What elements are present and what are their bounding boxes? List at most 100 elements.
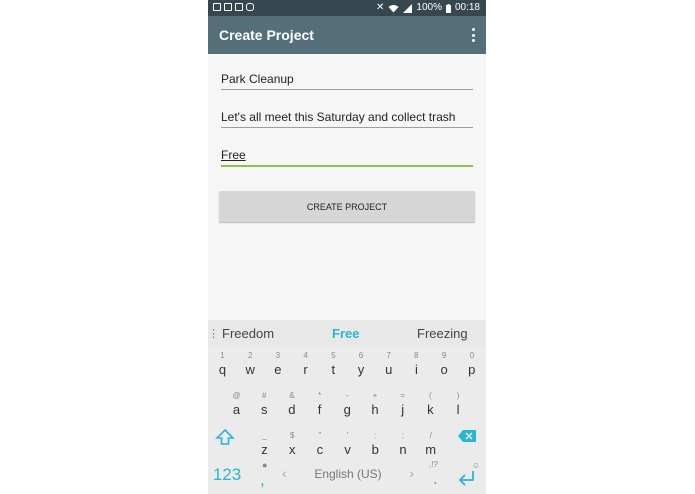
notification-icons [213,3,254,11]
key-hint: 5 [331,351,336,360]
key-e[interactable]: 3e [264,351,291,378]
space-bar-label: English (US) [314,467,382,481]
shift-arrow-icon [215,428,235,445]
key-hint: 1 [220,351,225,360]
backspace-icon [458,430,476,442]
key-x[interactable]: $ x [279,431,306,458]
key-hint: = [400,391,406,400]
key-y[interactable]: 6y [348,351,375,378]
comma-label: , [260,470,265,489]
key-label: g [343,402,351,417]
key-hint: 8 [414,351,419,360]
enter-key[interactable]: ☺ [456,461,482,489]
key-label: v [344,442,351,457]
key-p[interactable]: 0p [458,351,485,378]
key-label: b [371,442,379,457]
suggestion-menu-icon[interactable]: ⋮ [208,327,219,340]
key-label: n [399,442,407,457]
keyboard: 1q2w3e4r5t6y7u8i9o0p @ a # s & d * f - g + h = j(k) l … [208,347,486,494]
key-hint: * [318,391,322,400]
mic-icon: ● [262,460,268,470]
period-key[interactable]: ,!? . [424,460,448,488]
key-label: l [456,402,460,417]
key-z[interactable]: _ z [251,431,278,458]
key-label: j [401,402,405,417]
suggestion-right[interactable]: Freezing [417,326,468,341]
suggestion-bar: ⋮ Freedom Free Freezing [208,320,486,347]
suggestion-center[interactable]: Free [332,326,359,341]
key-label: z [261,442,268,457]
key-label: q [218,362,227,377]
project-name-field[interactable]: Park Cleanup [221,72,473,90]
key-hint: + [372,391,378,400]
key-b[interactable]: :b [362,431,389,458]
key-hint: / [429,431,432,440]
project-price-value: Free [221,148,246,162]
key-l[interactable]: ) l [445,391,472,418]
key-w[interactable]: 2w [237,351,264,378]
instagram-icon [246,3,254,11]
project-name-value: Park Cleanup [221,72,294,86]
key-hint: 4 [303,351,308,360]
key-label: p [468,362,476,377]
key-g[interactable]: -g [334,391,361,418]
emoji-icon: ☺ [471,461,480,470]
key-i[interactable]: 8i [403,351,430,378]
clock: 00:18 [454,2,480,13]
project-price-field[interactable]: Free [221,148,473,167]
key-hint: ( [429,391,432,400]
key-u[interactable]: 7u [375,351,402,378]
key-label: a [232,402,241,417]
key-n[interactable]: ; n [390,431,417,458]
space-bar[interactable]: ‹ English (US) › [278,460,418,488]
key-hint: & [289,391,295,400]
mail-icon [224,3,232,11]
comma-key[interactable]: ● , [256,460,276,489]
key-f[interactable]: * f [306,391,333,418]
status-bar: ✕ 100% 00:18 [208,0,486,16]
key-m[interactable]: / m [417,431,444,458]
create-project-button[interactable]: CREATE PROJECT [219,191,475,222]
project-description-value: Let's all meet this Saturday and collect… [221,110,456,124]
key-hint: $ [289,431,295,440]
key-hint: 3 [275,351,281,360]
key-q[interactable]: 1q [209,351,236,378]
numbers-key[interactable]: 123 [210,465,244,485]
message-icon [235,3,243,11]
key-j[interactable]: = j [389,391,416,418]
key-label: u [385,362,393,377]
key-label: c [316,442,324,457]
key-hint: " [318,431,322,440]
key-t[interactable]: 5t [320,351,347,378]
key-hint: 7 [386,351,391,360]
key-label: r [303,362,308,377]
key-a[interactable]: @ a [223,391,250,418]
shift-key[interactable] [215,427,237,449]
suggestion-left[interactable]: Freedom [222,326,274,341]
key-label: y [357,362,365,377]
key-label: i [414,362,418,377]
key-hint: 2 [247,351,253,360]
backspace-key[interactable] [457,429,479,449]
key-o[interactable]: 9o [431,351,458,378]
key-v[interactable]: ' v [334,431,361,458]
project-description-field[interactable]: Let's all meet this Saturday and collect… [221,110,473,128]
battery-icon [445,3,451,13]
period-hint: ,!? [429,460,438,469]
key-label: k [427,402,434,417]
overflow-menu-icon[interactable] [470,28,476,42]
key-hint: ' [346,431,349,440]
key-label: w [245,362,255,377]
key-k[interactable]: (k [417,391,444,418]
key-hint: @ [232,391,241,400]
key-hint: 6 [358,351,364,360]
key-c[interactable]: " c [306,431,333,458]
key-s[interactable]: # s [251,391,278,418]
key-hint: ) [456,391,460,400]
phone-screen: ✕ 100% 00:18 Create Project Park Cleanup… [208,0,486,494]
key-label: e [274,362,282,377]
key-d[interactable]: & d [278,391,305,418]
key-h[interactable]: + h [362,391,389,418]
key-r[interactable]: 4r [292,351,319,378]
key-hint: ; [401,431,405,440]
